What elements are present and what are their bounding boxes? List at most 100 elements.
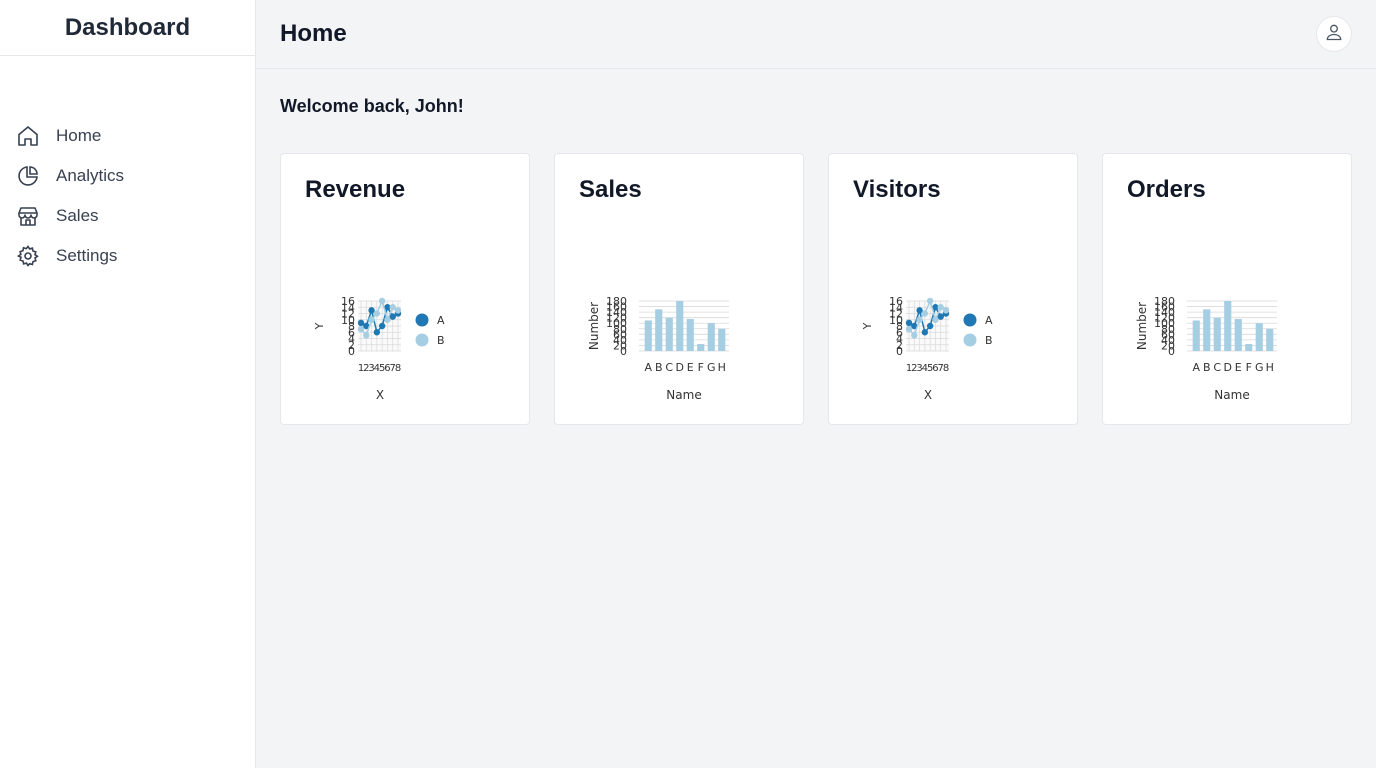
x-axis-label: Name: [666, 388, 701, 402]
card-grid: 0 2 4 6 8 10 12 14 16 1 2 3 4 5 6 7 8 A B X Y Revenue 0 20 40 6…: [280, 153, 1352, 425]
x-tick-label: H: [718, 361, 726, 374]
page-title: Home: [280, 20, 347, 47]
x-tick-label: A: [644, 361, 652, 374]
data-point: [921, 310, 929, 317]
data-point: [384, 316, 391, 323]
sidebar: Dashboard Home Analytics Sales Settings: [0, 0, 256, 768]
sidebar-item-label: Settings: [56, 246, 118, 265]
sidebar-item-label: Home: [56, 126, 102, 145]
x-tick-label: H: [1266, 361, 1274, 374]
x-tick-label: C: [1213, 361, 1221, 374]
sidebar-item-label: Sales: [56, 206, 99, 225]
sidebar-item-settings[interactable]: Settings: [0, 236, 255, 276]
legend-label: B: [985, 334, 993, 347]
bar: [1234, 319, 1242, 351]
card-revenue: 0 2 4 6 8 10 12 14 16 1 2 3 4 5 6 7 8 A B X Y Revenue: [280, 153, 530, 425]
x-tick-label: 8: [395, 363, 401, 374]
x-tick-label: G: [707, 361, 716, 374]
data-point: [368, 316, 375, 323]
y-tick-label: 16: [341, 295, 355, 308]
bar: [686, 319, 694, 351]
bar: [644, 320, 652, 351]
user-avatar-button[interactable]: [1316, 16, 1352, 52]
y-axis-label: Y: [313, 322, 326, 330]
y-tick-label: 16: [889, 295, 903, 308]
y-axis-label: Y: [861, 322, 874, 330]
legend-marker: [415, 333, 429, 347]
bar: [1192, 320, 1200, 351]
data-point: [905, 325, 913, 333]
x-tick-label: F: [1246, 361, 1252, 374]
sidebar-item-analytics[interactable]: Analytics: [0, 156, 255, 196]
bar: [1203, 309, 1211, 351]
card-title: Revenue: [305, 176, 406, 203]
data-point: [363, 332, 370, 339]
bar: [1213, 317, 1221, 351]
data-point: [378, 297, 386, 305]
sidebar-nav: Home Analytics Sales Settings: [0, 116, 255, 276]
x-tick-label: C: [665, 361, 673, 374]
legend-marker: [963, 313, 977, 327]
card-sales: 0 20 40 60 80 100 120 140 160 180 A B C D E F G H Name Numb…: [554, 153, 804, 425]
bar: [1266, 328, 1274, 351]
pie-chart-icon: [16, 164, 40, 188]
bar: [665, 317, 673, 351]
data-point: [373, 329, 381, 336]
card-visitors: 0 2 4 6 8 10 12 14 16 1 2 3 4 5 6 7 8 A B X Y Visitors: [828, 153, 1078, 425]
x-tick-label: 8: [943, 363, 949, 374]
legend-label: A: [437, 314, 445, 327]
user-icon: [1324, 22, 1344, 47]
x-tick-label: G: [1255, 361, 1264, 374]
x-tick-label: F: [698, 361, 704, 374]
x-axis-label: Name: [1214, 388, 1249, 402]
x-tick-label: E: [687, 361, 694, 374]
data-point: [932, 316, 939, 323]
x-axis-label: X: [376, 388, 384, 402]
bar: [1255, 323, 1263, 351]
bar: [1245, 344, 1253, 351]
data-point: [926, 297, 934, 305]
x-tick-label: B: [655, 361, 663, 374]
sidebar-item-sales[interactable]: Sales: [0, 196, 255, 236]
data-point: [394, 307, 402, 314]
card-title: Sales: [579, 176, 642, 203]
data-point: [916, 316, 923, 323]
data-point: [378, 322, 386, 330]
data-point: [911, 332, 918, 339]
card-title: Orders: [1127, 176, 1206, 203]
y-tick-label: 180: [606, 295, 627, 308]
data-point: [373, 310, 381, 317]
legend-marker: [415, 313, 429, 327]
brand-title: Dashboard: [0, 0, 255, 56]
data-point: [926, 322, 934, 330]
legend-label: B: [437, 334, 445, 347]
welcome-message: Welcome back, John!: [280, 96, 464, 116]
card-orders: 0 20 40 60 80 100 120 140 160 180 A B C D E F G H Name Numb…: [1102, 153, 1352, 425]
bar: [1224, 301, 1232, 351]
x-axis-label: X: [924, 388, 932, 402]
bar: [697, 344, 705, 351]
y-axis-label: Number: [1135, 302, 1149, 350]
home-icon: [16, 124, 40, 148]
x-tick-label: A: [1192, 361, 1200, 374]
data-point: [921, 329, 929, 336]
x-tick-label: B: [1203, 361, 1211, 374]
data-point: [942, 307, 950, 314]
x-tick-label: D: [676, 361, 684, 374]
store-icon: [16, 204, 40, 228]
data-point: [357, 325, 365, 333]
sidebar-item-label: Analytics: [56, 166, 125, 185]
x-tick-label: D: [1224, 361, 1232, 374]
top-bar: Home: [256, 0, 1376, 69]
card-title: Visitors: [853, 176, 941, 203]
x-tick-label: E: [1235, 361, 1242, 374]
sidebar-item-home[interactable]: Home: [0, 116, 255, 156]
legend-marker: [963, 333, 977, 347]
bar: [655, 309, 663, 351]
y-axis-label: Number: [587, 302, 601, 350]
bar: [718, 328, 726, 351]
y-tick-label: 180: [1154, 295, 1175, 308]
legend-label: A: [985, 314, 993, 327]
gear-icon: [16, 244, 40, 268]
bar: [707, 323, 715, 351]
